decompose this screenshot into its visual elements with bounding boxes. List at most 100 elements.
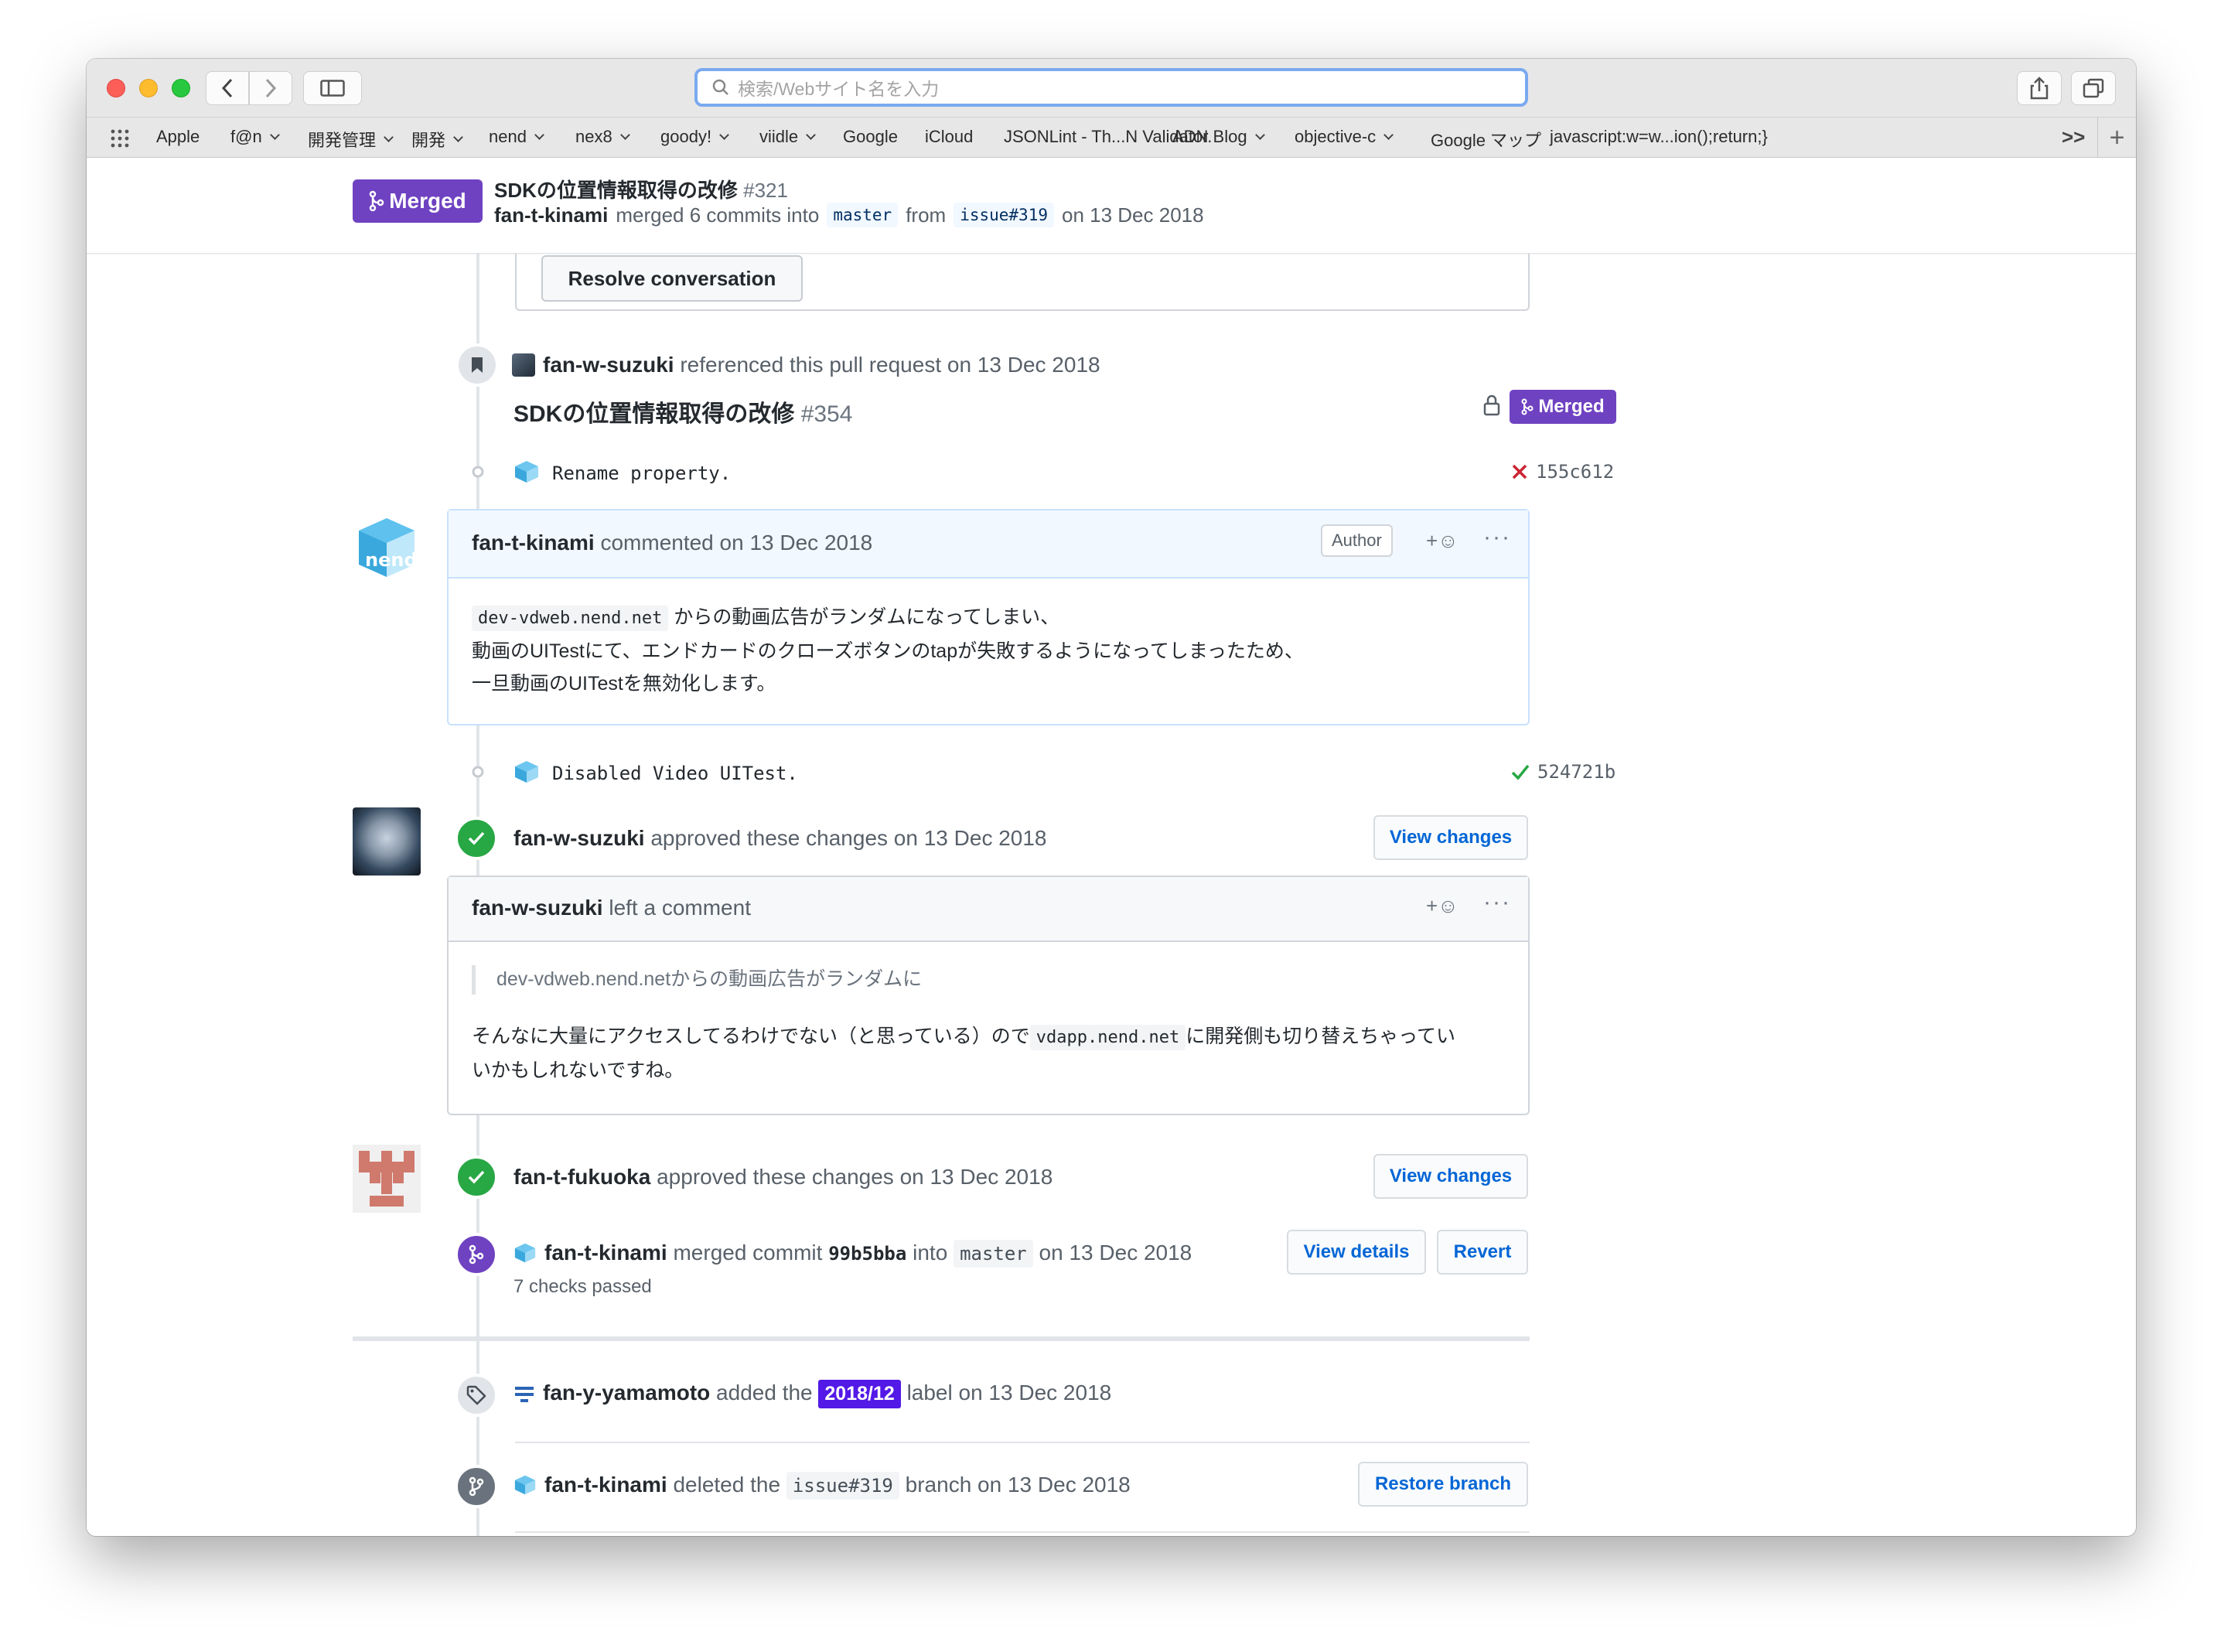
chevron-down-icon	[269, 129, 280, 140]
resolve-conversation-button[interactable]: Resolve conversation	[541, 255, 803, 302]
bookmark-item[interactable]: objective-c	[1295, 127, 1394, 147]
referenced-pr-number[interactable]: #354	[801, 401, 853, 427]
nend-avatar-small[interactable]	[513, 759, 540, 784]
nend-avatar-small[interactable]	[513, 1242, 537, 1264]
quote-bar	[472, 965, 476, 995]
comment-1-line-3: 一旦動画のUITestを無効化します。	[472, 673, 776, 695]
new-tab-button[interactable]: +	[2097, 118, 2136, 158]
pr-title: SDKの位置情報取得の改修 #321	[494, 175, 788, 203]
sidebar-toggle-button[interactable]	[303, 71, 362, 105]
share-button[interactable]	[2017, 71, 2062, 105]
commit-message-2[interactable]: Disabled Video UITest.	[552, 763, 798, 784]
chevron-down-icon	[619, 129, 630, 140]
bookmark-item[interactable]: f@n	[230, 127, 280, 147]
bookmark-item[interactable]: Apple	[156, 127, 200, 147]
bookmark-item[interactable]: ADN Blog	[1172, 127, 1265, 147]
bookmark-item[interactable]: 開発	[411, 127, 463, 152]
referenced-pr[interactable]: SDKの位置情報取得の改修 #354	[513, 394, 852, 428]
comment-2-header: fan-w-suzuki left a comment +☺ ···	[449, 877, 1528, 942]
comment-1: fan-t-kinami commented on 13 Dec 2018 Au…	[447, 509, 1530, 725]
bookmark-item[interactable]: goody!	[660, 127, 729, 147]
share-icon	[2030, 77, 2049, 100]
bookmark-item[interactable]: Google マップ	[1431, 127, 1541, 152]
avatar[interactable]	[512, 353, 535, 377]
nend-avatar-small[interactable]	[513, 1474, 537, 1496]
comment-2: fan-w-suzuki left a comment +☺ ··· dev-v…	[447, 875, 1530, 1115]
nend-avatar-small[interactable]	[513, 459, 540, 484]
review-2-user-link[interactable]: fan-t-fukuoka	[513, 1165, 650, 1189]
review-1-user-link[interactable]: fan-w-suzuki	[513, 826, 645, 850]
base-branch[interactable]: master	[827, 203, 899, 227]
bookmark-icon	[472, 357, 483, 373]
more-options-icon[interactable]: ···	[1483, 889, 1511, 916]
merge-commit-link[interactable]: 99b5bba	[828, 1243, 906, 1265]
comment-1-line-2: 動画のUITestにて、エンドカードのクローズボタンのtapが失敗するようになっ…	[472, 640, 1304, 662]
address-bar[interactable]: 検索/Webサイト名を入力	[694, 68, 1528, 107]
restore-branch-button[interactable]: Restore branch	[1358, 1462, 1528, 1507]
checks-status[interactable]: 7 checks passed	[513, 1276, 652, 1298]
view-details-button[interactable]: View details	[1287, 1230, 1426, 1275]
referenced-pr-state-label: Merged	[1538, 396, 1605, 417]
label-badge[interactable]: 2018/12	[818, 1380, 901, 1408]
bookmark-item[interactable]: Google	[843, 127, 898, 147]
avatar[interactable]	[513, 1384, 535, 1405]
comment-2-user-link[interactable]: fan-w-suzuki	[472, 896, 603, 920]
bookmark-label: goody!	[660, 127, 712, 146]
referenced-pr-title[interactable]: SDKの位置情報取得の改修	[513, 401, 794, 427]
comment-1-user-link[interactable]: fan-t-kinami	[472, 531, 595, 555]
zoom-window-button[interactable]	[172, 79, 190, 97]
author-badge: Author	[1321, 524, 1393, 557]
merge-icon	[1521, 398, 1534, 415]
back-button[interactable]	[206, 71, 249, 105]
view-changes-button[interactable]: View changes	[1373, 1154, 1528, 1199]
bookmark-item[interactable]: viidle	[759, 127, 817, 147]
close-window-button[interactable]	[107, 79, 125, 97]
tabs-overview-button[interactable]	[2071, 71, 2116, 105]
reference-user-link[interactable]: fan-w-suzuki	[543, 353, 674, 377]
chevron-down-icon	[806, 129, 817, 140]
sidebar-icon	[320, 80, 345, 97]
bookmark-item[interactable]: nex8	[575, 127, 630, 147]
merge-user-link[interactable]: fan-t-kinami	[544, 1241, 667, 1265]
view-changes-button[interactable]: View changes	[1373, 815, 1528, 860]
add-reaction-icon[interactable]: +☺	[1426, 529, 1458, 553]
commit-sha-link-2[interactable]: 524721b	[1537, 761, 1615, 783]
merge-text-3: on 13 Dec 2018	[1039, 1241, 1192, 1265]
chevron-down-icon	[453, 131, 463, 142]
label-event-badge	[455, 1374, 498, 1417]
pr-from-text: from	[906, 203, 947, 227]
bookmark-label: iCloud	[925, 127, 974, 146]
bookmarks-overflow-button[interactable]: >>	[2062, 125, 2085, 149]
avatar[interactable]	[353, 807, 421, 875]
pr-state-badge: Merged	[353, 179, 483, 223]
nend-avatar[interactable]: nend	[354, 515, 419, 580]
bookmark-item[interactable]: 開発管理	[308, 127, 394, 152]
add-reaction-icon[interactable]: +☺	[1426, 894, 1458, 918]
commit-sha-1: 155c612	[1511, 461, 1614, 483]
commit-sha-link-1[interactable]: 155c612	[1536, 461, 1614, 483]
more-options-icon[interactable]: ···	[1483, 524, 1511, 551]
label-event: fan-y-yamamoto added the 2018/12 label o…	[513, 1380, 1111, 1408]
pr-author-link[interactable]: fan-t-kinami	[494, 203, 608, 227]
comment-1-meta[interactable]: commented on 13 Dec 2018	[600, 531, 872, 555]
chevron-right-icon	[265, 78, 277, 98]
bookmark-item[interactable]: nend	[489, 127, 544, 147]
head-branch[interactable]: issue#319	[954, 203, 1054, 227]
bookmark-item[interactable]: iCloud	[925, 127, 973, 147]
grid-icon[interactable]	[110, 128, 130, 148]
delete-user-link[interactable]: fan-t-kinami	[544, 1473, 667, 1497]
commit-message-1[interactable]: Rename property.	[552, 462, 731, 484]
comment-2-line-1-post: に開発側も切り替えちゃってい	[1186, 1026, 1455, 1047]
bookmark-item[interactable]: javascript:w=w...ion();return;}	[1550, 127, 1768, 147]
label-user-link[interactable]: fan-y-yamamoto	[543, 1381, 710, 1405]
identicon-avatar[interactable]	[353, 1145, 421, 1213]
bookmark-label: Google	[843, 127, 898, 146]
merge-text-1: merged commit	[673, 1241, 823, 1265]
revert-button[interactable]: Revert	[1437, 1230, 1528, 1275]
forward-button[interactable]	[249, 71, 292, 105]
minimize-window-button[interactable]	[139, 79, 158, 97]
comment-1-line-1: dev-vdweb.nend.net からの動画広告がランダムになってしまい、	[472, 600, 1059, 636]
merge-branch[interactable]: master	[954, 1240, 1033, 1268]
chevron-down-icon	[1254, 129, 1265, 140]
timeline-divider	[353, 1336, 1530, 1341]
